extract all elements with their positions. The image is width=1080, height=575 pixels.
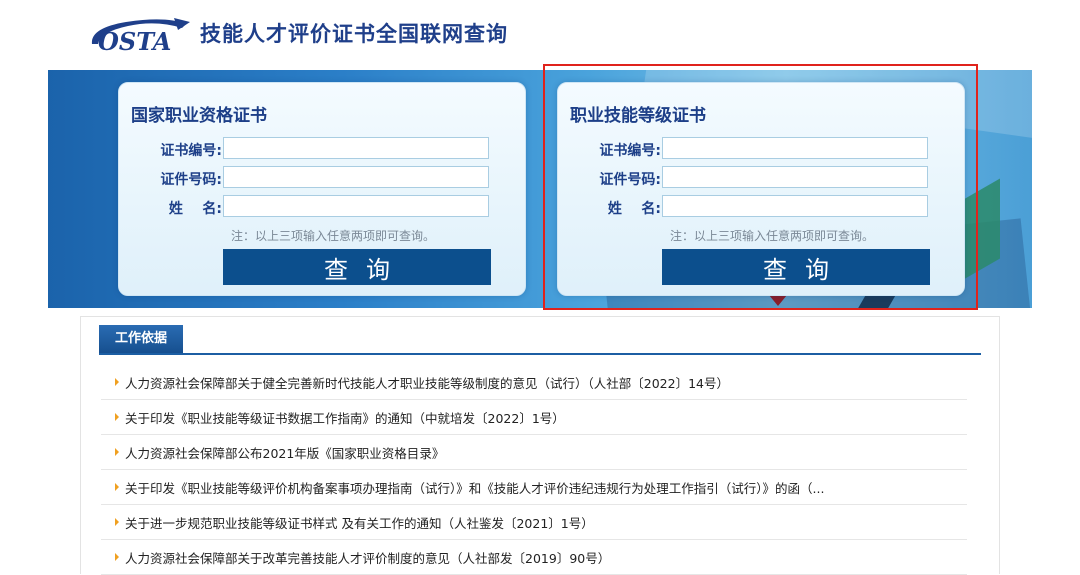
id-no-label: 证件号码: xyxy=(599,172,661,188)
list-item[interactable]: 关于印发《职业技能等级评价机构备案事项办理指南（试行）》和《技能人才评价违纪违规… xyxy=(101,470,967,505)
list-item-link[interactable]: 人力资源社会保障部关于健全完善新时代技能人才职业技能等级制度的意见（试行）（人社… xyxy=(125,373,729,392)
list-item-link[interactable]: 关于印发《职业技能等级证书数据工作指南》的通知（中就培发〔2022〕1号） xyxy=(125,408,565,427)
id-no-row: 证件号码: xyxy=(558,166,964,190)
cert-no-input[interactable] xyxy=(223,137,489,159)
cert-no-label: 证书编号: xyxy=(160,143,222,159)
cert-no-input[interactable] xyxy=(662,137,928,159)
list-item[interactable]: 关于进一步规范职业技能等级证书样式 及有关工作的通知（人社鉴发〔2021〕1号） xyxy=(101,505,967,540)
osta-logo[interactable]: OSTA xyxy=(86,14,194,56)
name-label: 姓 名: xyxy=(168,201,222,217)
list-item-link[interactable]: 关于进一步规范职业技能等级证书样式 及有关工作的通知（人社鉴发〔2021〕1号） xyxy=(125,513,594,532)
id-no-input[interactable] xyxy=(223,166,489,188)
cert-no-row: 证书编号: xyxy=(119,137,525,161)
card-title: 国家职业资格证书 xyxy=(131,106,267,126)
work-basis-list: 人力资源社会保障部关于健全完善新时代技能人才职业技能等级制度的意见（试行）（人社… xyxy=(101,365,967,575)
list-item[interactable]: 关于印发《职业技能等级证书数据工作指南》的通知（中就培发〔2022〕1号） xyxy=(101,400,967,435)
list-item[interactable]: 人力资源社会保障部公布2021年版《国家职业资格目录》 xyxy=(101,435,967,470)
work-basis-panel: 工作依据 人力资源社会保障部关于健全完善新时代技能人才职业技能等级制度的意见（试… xyxy=(80,316,1000,575)
list-item-link[interactable]: 人力资源社会保障部公布2021年版《国家职业资格目录》 xyxy=(125,443,444,462)
card-title: 职业技能等级证书 xyxy=(570,106,706,126)
name-label: 姓 名: xyxy=(607,201,661,217)
bullet-icon xyxy=(115,448,119,456)
query-button[interactable]: 查询 xyxy=(223,249,491,285)
site-title: 技能人才评价证书全国联网查询 xyxy=(200,22,508,46)
name-row: 姓 名: xyxy=(119,195,525,219)
logo-text: OSTA xyxy=(98,27,171,56)
bullet-icon xyxy=(115,518,119,526)
name-input[interactable] xyxy=(223,195,489,217)
header: OSTA 技能人才评价证书全国联网查询 xyxy=(0,0,1080,68)
name-input[interactable] xyxy=(662,195,928,217)
cert-no-label: 证书编号: xyxy=(599,143,661,159)
query-button[interactable]: 查询 xyxy=(662,249,930,285)
list-item-link[interactable]: 人力资源社会保障部关于改革完善技能人才评价制度的意见（人社部发〔2019〕90号… xyxy=(125,548,610,567)
skill-level-card: 职业技能等级证书 证书编号: 证件号码: 姓 名: 注：以上三项输入任意两项即可… xyxy=(557,82,965,296)
query-note: 注：以上三项输入任意两项即可查询。 xyxy=(231,229,436,243)
list-item[interactable]: 人力资源社会保障部关于健全完善新时代技能人才职业技能等级制度的意见（试行）（人社… xyxy=(101,365,967,400)
national-qualification-card: 国家职业资格证书 证书编号: 证件号码: 姓 名: 注：以上三项输入任意两项即可… xyxy=(118,82,526,296)
list-item[interactable]: 人力资源社会保障部关于改革完善技能人才评价制度的意见（人社部发〔2019〕90号… xyxy=(101,540,967,575)
tab-work-basis[interactable]: 工作依据 xyxy=(99,325,184,353)
name-row: 姓 名: xyxy=(558,195,964,219)
id-no-input[interactable] xyxy=(662,166,928,188)
query-note: 注：以上三项输入任意两项即可查询。 xyxy=(670,229,875,243)
bullet-icon xyxy=(115,413,119,421)
bullet-icon xyxy=(115,553,119,561)
panel-header: 工作依据 xyxy=(99,325,981,355)
id-no-row: 证件号码: xyxy=(119,166,525,190)
bullet-icon xyxy=(115,483,119,491)
list-item-link[interactable]: 关于印发《职业技能等级评价机构备案事项办理指南（试行）》和《技能人才评价违纪违规… xyxy=(125,478,824,497)
bullet-icon xyxy=(115,378,119,386)
cert-no-row: 证书编号: xyxy=(558,137,964,161)
id-no-label: 证件号码: xyxy=(160,172,222,188)
